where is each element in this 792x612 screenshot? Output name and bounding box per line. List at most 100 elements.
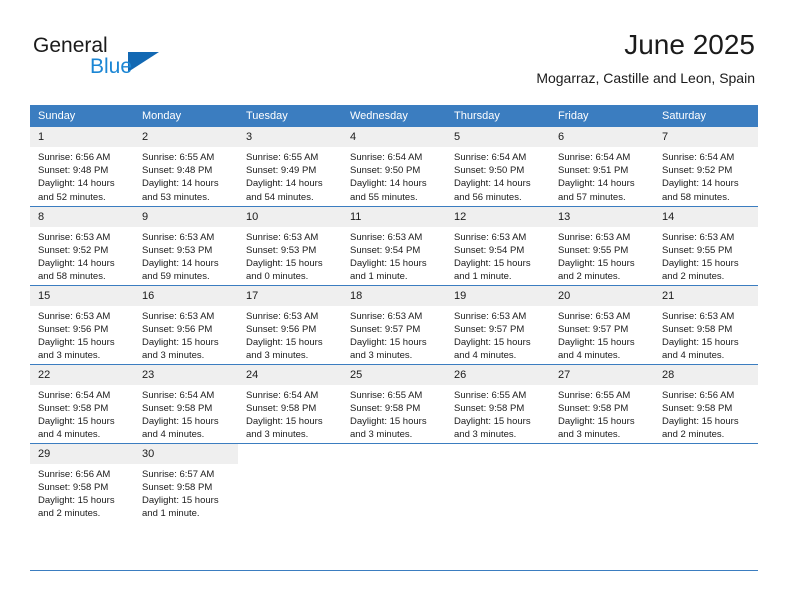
day-cell[interactable]: 5 Sunrise: 6:54 AM Sunset: 9:50 PM Daylight… (446, 127, 550, 206)
day-details: Sunrise: 6:55 AM Sunset: 9:58 PM Daylight:… (342, 385, 446, 442)
day-details: Sunrise: 6:53 AM Sunset: 9:58 PM Daylight:… (654, 306, 758, 363)
day-cell[interactable]: 10 Sunrise: 6:53 AM Sunset: 9:53 PM Dayligh… (238, 205, 342, 285)
day-details: Sunrise: 6:53 AM Sunset: 9:56 PM Daylight:… (238, 306, 342, 363)
sunset-text: Sunset: 9:57 PM (350, 323, 421, 335)
day-cell[interactable]: 4 Sunrise: 6:54 AM Sunset: 9:50 PM Daylight… (342, 127, 446, 206)
day-details: Sunrise: 6:53 AM Sunset: 9:52 PM Daylight:… (30, 227, 134, 284)
day-details: Sunrise: 6:53 AM Sunset: 9:56 PM Daylight:… (30, 306, 134, 363)
day-cell[interactable]: 8 Sunrise: 6:53 AM Sunset: 9:52 PM Daylight… (30, 205, 134, 285)
day-cell[interactable]: 13 Sunrise: 6:53 AM Sunset: 9:55 PM Dayligh… (550, 205, 654, 285)
daylight-text: Daylight: 15 hours and 4 minutes. (558, 336, 635, 362)
column-header-saturday: Saturday (654, 105, 758, 127)
day-cell[interactable]: 30 Sunrise: 6:57 AM Sunset: 9:58 PM Dayligh… (134, 442, 238, 522)
calendar-page: General Blue June 2025 Mogarraz, Castill… (0, 0, 792, 612)
day-cell[interactable]: 24 Sunrise: 6:54 AM Sunset: 9:58 PM Dayligh… (238, 363, 342, 443)
sunrise-text: Sunrise: 6:55 AM (558, 389, 631, 401)
day-number: 21 (654, 285, 758, 306)
day-cell[interactable]: 2 Sunrise: 6:55 AM Sunset: 9:48 PM Daylight… (134, 127, 238, 206)
day-details: Sunrise: 6:53 AM Sunset: 9:53 PM Daylight:… (238, 227, 342, 284)
daylight-text: Daylight: 15 hours and 4 minutes. (38, 415, 115, 441)
general-blue-logo: General Blue (33, 34, 233, 84)
title-block: June 2025 Mogarraz, Castille and Leon, S… (536, 28, 755, 88)
sunset-text: Sunset: 9:58 PM (662, 323, 733, 335)
day-number: 13 (550, 206, 654, 227)
day-cell[interactable]: 26 Sunrise: 6:55 AM Sunset: 9:58 PM Dayligh… (446, 363, 550, 443)
day-cell[interactable]: 29 Sunrise: 6:56 AM Sunset: 9:58 PM Dayligh… (30, 442, 134, 522)
sunrise-text: Sunrise: 6:54 AM (142, 389, 215, 401)
column-header-sunday: Sunday (30, 105, 134, 127)
column-header-monday: Monday (134, 105, 238, 127)
daylight-text: Daylight: 14 hours and 56 minutes. (454, 178, 531, 203)
day-cell[interactable]: 18 Sunrise: 6:53 AM Sunset: 9:57 PM Dayligh… (342, 284, 446, 364)
day-cell[interactable]: 7 Sunrise: 6:54 AM Sunset: 9:52 PM Daylight… (654, 127, 758, 206)
page-header: General Blue June 2025 Mogarraz, Castill… (0, 0, 792, 100)
day-number (550, 444, 654, 464)
day-cell[interactable]: 21 Sunrise: 6:53 AM Sunset: 9:58 PM Dayligh… (654, 284, 758, 364)
day-cell[interactable]: 23 Sunrise: 6:54 AM Sunset: 9:58 PM Dayligh… (134, 363, 238, 443)
calendar-body: 1 Sunrise: 6:56 AM Sunset: 9:48 PM Daylight… (30, 127, 758, 522)
daylight-text: Daylight: 15 hours and 3 minutes. (558, 415, 635, 441)
daylight-text: Daylight: 15 hours and 4 minutes. (454, 336, 531, 362)
day-cell[interactable]: 22 Sunrise: 6:54 AM Sunset: 9:58 PM Dayligh… (30, 363, 134, 443)
day-number: 1 (30, 127, 134, 147)
day-cell[interactable]: 25 Sunrise: 6:55 AM Sunset: 9:58 PM Dayligh… (342, 363, 446, 443)
day-cell[interactable]: 17 Sunrise: 6:53 AM Sunset: 9:56 PM Dayligh… (238, 284, 342, 364)
page-title: June 2025 (624, 29, 755, 60)
day-cell[interactable]: 6 Sunrise: 6:54 AM Sunset: 9:51 PM Daylight… (550, 127, 654, 206)
day-cell[interactable]: 3 Sunrise: 6:55 AM Sunset: 9:49 PM Daylight… (238, 127, 342, 206)
column-header-wednesday: Wednesday (342, 105, 446, 127)
sunset-text: Sunset: 9:52 PM (38, 244, 109, 256)
week-row: 1 Sunrise: 6:56 AM Sunset: 9:48 PM Daylight… (30, 127, 758, 206)
day-cell[interactable]: 1 Sunrise: 6:56 AM Sunset: 9:48 PM Daylight… (30, 127, 134, 206)
sunset-text: Sunset: 9:58 PM (350, 402, 421, 414)
day-details: Sunrise: 6:54 AM Sunset: 9:58 PM Daylight:… (238, 385, 342, 442)
day-number: 7 (654, 127, 758, 147)
day-cell[interactable]: 16 Sunrise: 6:53 AM Sunset: 9:56 PM Dayligh… (134, 284, 238, 364)
column-header-thursday: Thursday (446, 105, 550, 127)
daylight-text: Daylight: 15 hours and 4 minutes. (142, 415, 219, 441)
daylight-text: Daylight: 15 hours and 4 minutes. (662, 336, 739, 362)
sunrise-text: Sunrise: 6:55 AM (350, 389, 423, 401)
day-details: Sunrise: 6:56 AM Sunset: 9:58 PM Daylight:… (30, 464, 134, 521)
day-number: 15 (30, 285, 134, 306)
day-details: Sunrise: 6:54 AM Sunset: 9:51 PM Daylight:… (550, 147, 654, 204)
page-subtitle: Mogarraz, Castille and Leon, Spain (536, 70, 755, 86)
day-number: 16 (134, 285, 238, 306)
day-number: 10 (238, 206, 342, 227)
day-cell[interactable]: 15 Sunrise: 6:53 AM Sunset: 9:56 PM Dayligh… (30, 284, 134, 364)
sunrise-text: Sunrise: 6:53 AM (142, 231, 215, 243)
daylight-text: Daylight: 14 hours and 58 minutes. (38, 257, 115, 283)
day-number: 20 (550, 285, 654, 306)
daylight-text: Daylight: 15 hours and 1 minute. (350, 257, 427, 283)
sunset-text: Sunset: 9:58 PM (558, 402, 629, 414)
day-cell[interactable]: 9 Sunrise: 6:53 AM Sunset: 9:53 PM Daylight… (134, 205, 238, 285)
sunset-text: Sunset: 9:58 PM (38, 402, 109, 414)
sunrise-text: Sunrise: 6:56 AM (38, 468, 111, 480)
daylight-text: Daylight: 15 hours and 2 minutes. (662, 415, 739, 441)
day-number (342, 444, 446, 464)
day-cell[interactable]: 12 Sunrise: 6:53 AM Sunset: 9:54 PM Dayligh… (446, 205, 550, 285)
sunset-text: Sunset: 9:51 PM (558, 165, 629, 177)
day-cell[interactable]: 27 Sunrise: 6:55 AM Sunset: 9:58 PM Dayligh… (550, 363, 654, 443)
sunset-text: Sunset: 9:49 PM (246, 165, 317, 177)
daylight-text: Daylight: 15 hours and 3 minutes. (350, 336, 427, 362)
week-row: 8 Sunrise: 6:53 AM Sunset: 9:52 PM Daylight… (30, 205, 758, 285)
calendar-table: Sunday Monday Tuesday Wednesday Thursday… (30, 105, 758, 522)
day-number: 9 (134, 206, 238, 227)
sunrise-text: Sunrise: 6:53 AM (662, 231, 735, 243)
day-number (238, 444, 342, 464)
day-details: Sunrise: 6:53 AM Sunset: 9:57 PM Daylight:… (446, 306, 550, 363)
daylight-text: Daylight: 14 hours and 52 minutes. (38, 178, 115, 203)
sunrise-text: Sunrise: 6:53 AM (662, 310, 735, 322)
day-number: 6 (550, 127, 654, 147)
day-cell[interactable]: 14 Sunrise: 6:53 AM Sunset: 9:55 PM Dayligh… (654, 205, 758, 285)
sunrise-text: Sunrise: 6:57 AM (142, 468, 215, 480)
week-row: 22 Sunrise: 6:54 AM Sunset: 9:58 PM Dayligh… (30, 363, 758, 443)
daylight-text: Daylight: 15 hours and 1 minute. (454, 257, 531, 283)
day-details: Sunrise: 6:57 AM Sunset: 9:58 PM Daylight:… (134, 464, 238, 521)
day-cell[interactable]: 28 Sunrise: 6:56 AM Sunset: 9:58 PM Dayligh… (654, 363, 758, 443)
day-cell[interactable]: 11 Sunrise: 6:53 AM Sunset: 9:54 PM Dayligh… (342, 205, 446, 285)
day-number: 29 (30, 443, 134, 464)
day-cell[interactable]: 20 Sunrise: 6:53 AM Sunset: 9:57 PM Dayligh… (550, 284, 654, 364)
day-cell[interactable]: 19 Sunrise: 6:53 AM Sunset: 9:57 PM Dayligh… (446, 284, 550, 364)
